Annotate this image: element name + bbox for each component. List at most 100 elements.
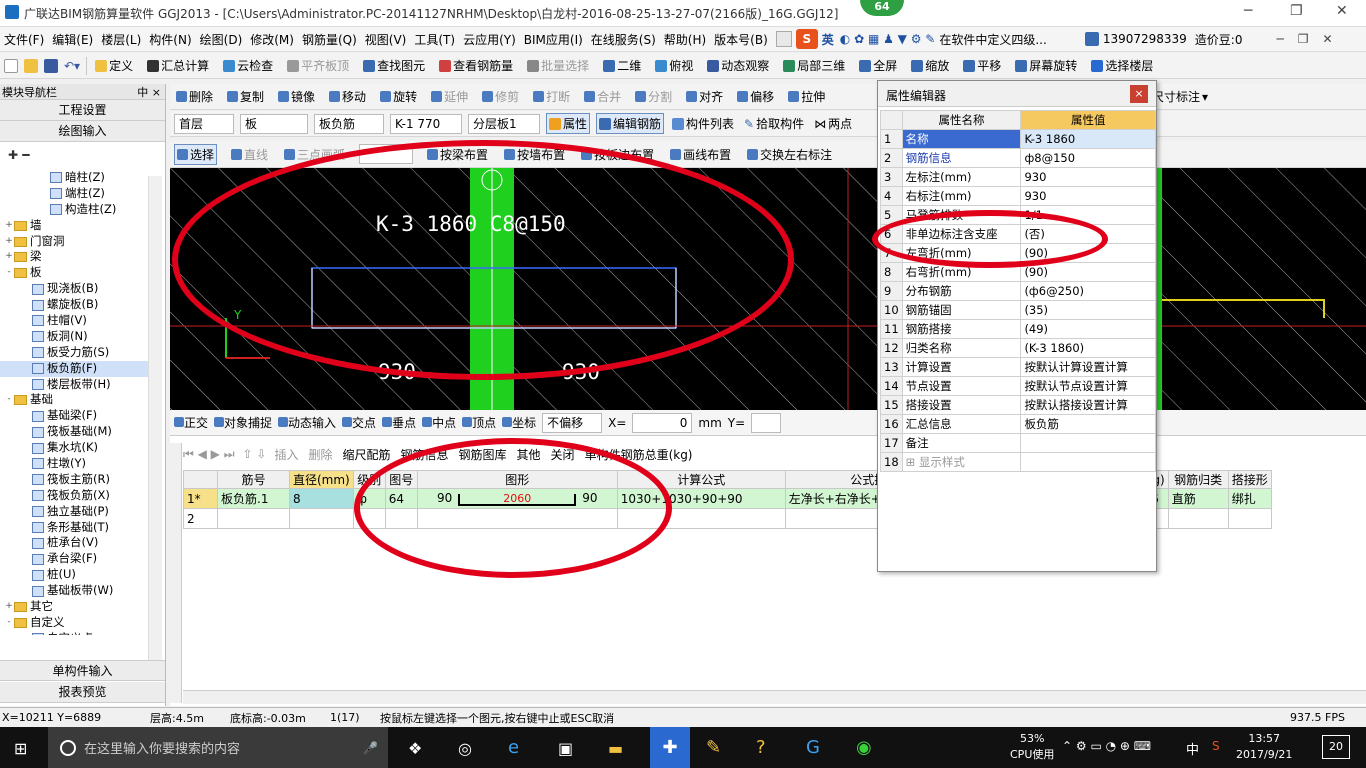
grid-hscroll[interactable] [183, 690, 1366, 704]
toolbar-btn-13[interactable]: 平移 [961, 56, 1003, 75]
user-phone[interactable]: 13907298339 [1103, 32, 1187, 46]
property-row[interactable]: 16 汇总信息 板负筋 [880, 414, 1156, 434]
tree-expander-icon[interactable]: + [4, 599, 14, 615]
grid-btn-2[interactable]: 缩尺配筋 [342, 446, 390, 463]
property-row[interactable]: 14 节点设置 按默认节点设置计算 [880, 376, 1156, 396]
tree-item[interactable]: 筏板主筋(R) [0, 472, 148, 488]
snap-btn-1[interactable]: 对象捕捉 [214, 414, 272, 431]
toolbar-btn-8[interactable]: 俯视 [653, 56, 695, 75]
prop-value[interactable]: 按默认计算设置计算 [1020, 357, 1156, 377]
dim-label-button[interactable]: 尺寸标注 ▾ [1150, 87, 1210, 106]
save-icon[interactable] [44, 58, 58, 73]
edit-btn-12[interactable]: 拉伸 [786, 87, 827, 106]
ggj-app-icon[interactable]: ✚ [650, 727, 690, 768]
tree-item[interactable]: 板洞(N) [0, 329, 148, 345]
prop-value[interactable]: (35) [1020, 300, 1156, 320]
tree-expander-icon[interactable]: + [4, 249, 14, 265]
col-header-0[interactable]: 筋号 [217, 470, 290, 489]
toolbar-btn-12[interactable]: 缩放 [909, 56, 951, 75]
menu-item-7[interactable]: 视图(V) [361, 31, 411, 48]
component-select[interactable]: K-1 770 [390, 113, 462, 134]
doc-icon[interactable] [775, 31, 792, 47]
snap-btn-6[interactable]: 顶点 [462, 414, 496, 431]
two-point-button[interactable]: ⋈ 两点 [812, 114, 854, 133]
menu-item-4[interactable]: 绘图(D) [196, 31, 247, 48]
pick-component-button[interactable]: ✎ 拾取构件 [742, 114, 806, 133]
prop-value[interactable] [1020, 433, 1156, 453]
property-row[interactable]: 10 钢筋锚固 (35) [880, 300, 1156, 320]
menu-item-3[interactable]: 构件(N) [145, 31, 195, 48]
edge-icon[interactable]: e [508, 737, 519, 758]
prop-value[interactable]: (90) [1020, 262, 1156, 282]
snap-btn-5[interactable]: 中点 [422, 414, 456, 431]
clock[interactable]: 13:57 2017/9/21 [1236, 731, 1292, 763]
windows-start-icon[interactable]: ⊞ [14, 739, 27, 758]
menu-item-12[interactable]: 帮助(H) [660, 31, 710, 48]
menu-item-2[interactable]: 楼层(L) [97, 31, 145, 48]
draw-btn-1[interactable]: 直线 [229, 145, 270, 164]
tree-item[interactable]: 筏板负筋(X) [0, 488, 148, 504]
tree-item[interactable]: 独立基础(P) [0, 504, 148, 520]
toolbar-btn-3[interactable]: 平齐板顶 [285, 56, 351, 75]
menu-item-13[interactable]: 版本号(B) [710, 31, 772, 48]
col-header-1[interactable]: 直径(mm) [289, 470, 354, 489]
cell-dia[interactable] [289, 508, 354, 529]
property-row[interactable]: 15 搭接设置 按默认搭接设置计算 [880, 395, 1156, 415]
prop-value[interactable]: (ф6@250) [1020, 281, 1156, 301]
edit-rebar-button[interactable]: 编辑钢筋 [596, 113, 665, 134]
expand-collapse-icons[interactable]: ✚ ━ [0, 142, 165, 168]
type-select[interactable]: 板负筋 [314, 113, 384, 134]
taskview-icon[interactable]: ❖ [408, 739, 422, 758]
category-select[interactable]: 板 [240, 113, 308, 134]
tree-item[interactable]: 构造柱(Z) [0, 202, 148, 218]
menu-close-icon[interactable]: ✕ [1322, 32, 1332, 46]
tree-item[interactable]: + 墙 [0, 218, 148, 234]
draw-btn-0[interactable]: 选择 [174, 143, 218, 165]
component-list-button[interactable]: 构件列表 [670, 114, 736, 133]
property-editor-close-icon[interactable]: × [1130, 85, 1148, 103]
offset-select[interactable]: 不偏移 [542, 412, 603, 433]
property-row[interactable]: 2 钢筋信息 ф8@150 [880, 148, 1156, 168]
cell-cat[interactable] [1167, 508, 1229, 529]
sogou-tray-icon[interactable]: S [1212, 739, 1220, 753]
prop-value[interactable]: 930 [1020, 167, 1156, 187]
store-icon[interactable]: ▣ [558, 739, 573, 758]
explorer-icon[interactable]: ▬ [608, 739, 623, 758]
tree-item[interactable]: 柱墩(Y) [0, 456, 148, 472]
notification-badge[interactable]: 20 [1322, 735, 1350, 759]
tree-item[interactable]: 板负筋(F) [0, 360, 148, 377]
cell-lap[interactable] [1227, 508, 1272, 529]
browser-360-icon[interactable]: ◉ [856, 737, 872, 758]
menu-item-5[interactable]: 修改(M) [246, 31, 298, 48]
grid-btn-1[interactable]: 删除 [308, 446, 332, 463]
tree-item[interactable]: 条形基础(T) [0, 520, 148, 536]
menu-minimize-icon[interactable]: ─ [1276, 32, 1283, 46]
open-folder-icon[interactable] [24, 58, 38, 73]
toolbar-btn-14[interactable]: 屏幕旋转 [1013, 56, 1079, 75]
ime-tools-icon[interactable]: ◐ ✿ ▦ ♟ ▼ ⚙ ✎ [840, 32, 936, 46]
snap-btn-3[interactable]: 交点 [342, 414, 376, 431]
tree-expander-icon[interactable]: - [4, 392, 14, 408]
ime-lang-tray[interactable]: 中 [1186, 739, 1199, 758]
mic-icon[interactable]: 🎤 [363, 741, 378, 755]
ime-lang[interactable]: 英 [822, 31, 834, 48]
tree-item[interactable]: + 门窗洞 [0, 234, 148, 250]
col-header-10[interactable]: 搭接形 [1227, 470, 1272, 489]
edit-btn-2[interactable]: 镜像 [276, 87, 317, 106]
property-row[interactable]: 13 计算设置 按默认计算设置计算 [880, 357, 1156, 377]
tree-scrollbar[interactable] [148, 176, 162, 660]
prop-value[interactable] [1020, 452, 1156, 472]
glodon-g-icon[interactable]: G [806, 737, 820, 758]
tree-expander-icon[interactable]: - [4, 615, 14, 631]
snap-btn-7[interactable]: 坐标 [502, 414, 536, 431]
menu-restore-icon[interactable]: ❐ [1298, 32, 1309, 46]
tree-item[interactable]: 现浇板(B) [0, 281, 148, 297]
property-row[interactable]: 3 左标注(mm) 930 [880, 167, 1156, 187]
tree-item[interactable]: - 基础 [0, 392, 148, 408]
col-header-9[interactable]: 钢筋归类 [1167, 470, 1229, 489]
prop-value[interactable]: 按默认节点设置计算 [1020, 376, 1156, 396]
edit-btn-0[interactable]: 删除 [174, 87, 215, 106]
prop-value[interactable]: K-3 1860 [1020, 129, 1156, 149]
tree-item[interactable]: - 自定义 [0, 615, 148, 631]
app-swirl-icon[interactable]: ◎ [458, 739, 472, 758]
